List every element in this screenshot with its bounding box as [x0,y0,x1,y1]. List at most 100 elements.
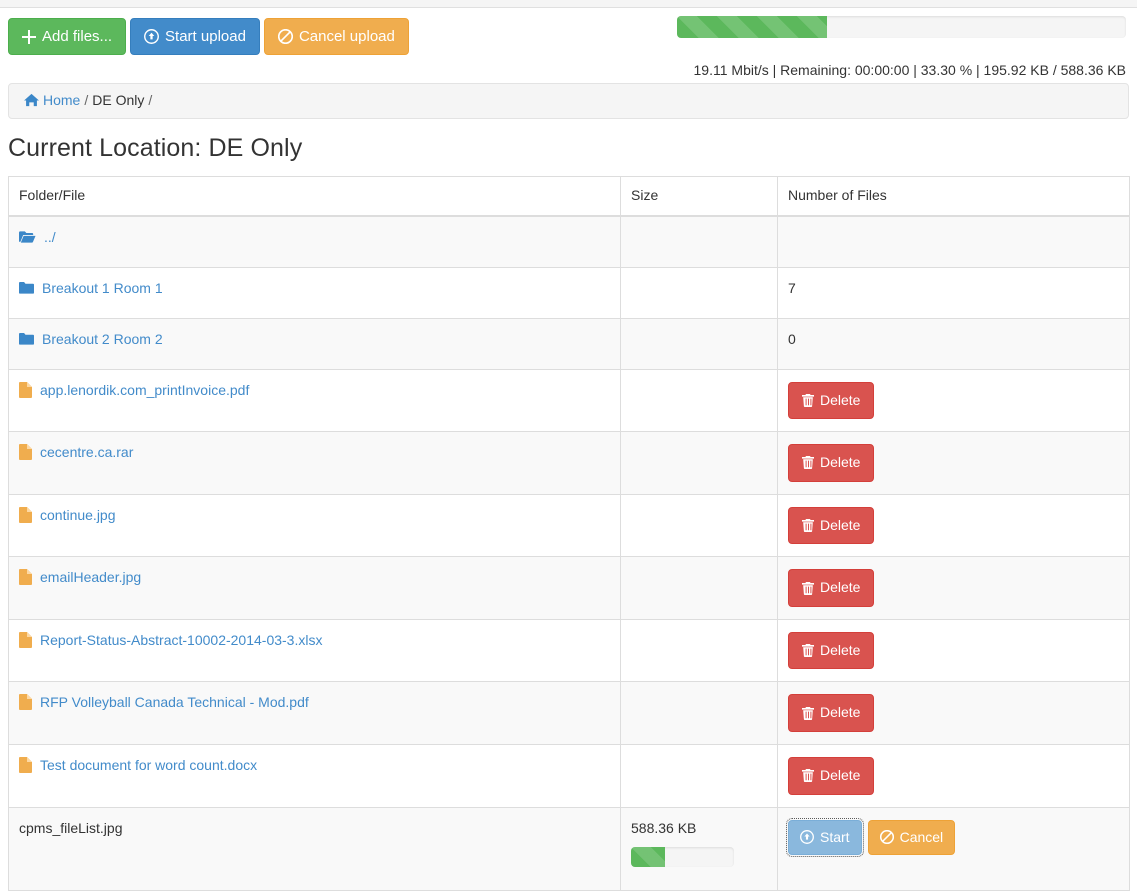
file-table-container: Folder/File Size Number of Files ../ Brea… [8,176,1130,891]
cell-number-of-files [777,215,1130,268]
cell-pending-file-size: 588.36 KB [620,806,778,891]
delete-button[interactable]: Delete [788,694,875,733]
file-name-link[interactable]: Test document for word count.docx [40,757,257,773]
cancel-upload-label: Cancel upload [298,28,395,45]
pending-file-progress-track [631,846,734,867]
file-name-link[interactable]: Breakout 1 Room 1 [42,280,163,296]
file-icon [19,444,32,461]
file-name-link[interactable]: RFP Volleyball Canada Technical - Mod.pd… [40,694,309,710]
cell-folder-file: continue.jpg [8,493,621,558]
global-upload-progress: 19.11 Mbit/s | Remaining: 00:00:00 | 33.… [677,16,1126,78]
breadcrumb-home-link[interactable]: Home [43,92,80,108]
cell-size [620,431,778,495]
file-name-link[interactable]: ../ [44,229,56,245]
file-entry: app.lenordik.com_printInvoice.pdf [19,381,249,398]
progress-track [677,16,1126,38]
file-name-link[interactable]: app.lenordik.com_printInvoice.pdf [40,382,249,398]
folder-open-icon [19,230,36,244]
ban-icon [277,29,293,44]
file-icon [19,694,32,711]
upload-stats-text: 19.11 Mbit/s | Remaining: 00:00:00 | 33.… [693,62,1126,78]
trash-icon [802,644,814,658]
file-icon [19,506,32,523]
cell-folder-file: RFP Volleyball Canada Technical - Mod.pd… [8,681,621,746]
file-name-link[interactable]: Breakout 2 Room 2 [42,331,163,347]
plus-icon [22,29,36,44]
column-header-name: Folder/File [8,176,621,217]
file-name-link[interactable]: Report-Status-Abstract-10002-2014-03-3.x… [40,632,322,648]
table-header-row: Folder/File Size Number of Files [8,176,1130,217]
cell-size [620,266,778,319]
file-name-link[interactable]: emailHeader.jpg [40,569,141,585]
table-row: continue.jpg Delete [8,493,1130,558]
cell-number-of-files: Delete [777,744,1130,808]
table-row: Breakout 1 Room 1 7 [8,266,1130,319]
table-row: Breakout 2 Room 2 0 [8,317,1130,370]
start-upload-label: Start upload [165,28,246,45]
pending-file-progress-fill [631,846,666,867]
delete-button-label: Delete [820,704,861,721]
pending-upload-row: cpms_fileList.jpg 588.36 KB Start Cancel [8,806,1130,891]
cell-size [620,493,778,558]
delete-button[interactable]: Delete [788,631,875,670]
delete-button[interactable]: Delete [788,381,875,420]
cancel-file-button[interactable]: Cancel [867,819,956,856]
trash-icon [802,706,814,720]
top-cutoff-bar [0,0,1137,8]
cancel-upload-button[interactable]: Cancel upload [263,18,409,55]
file-name-link[interactable]: cecentre.ca.rar [40,444,133,460]
breadcrumb-separator-2: / [148,92,153,108]
home-icon [24,93,39,110]
file-entry: cecentre.ca.rar [19,444,133,461]
breadcrumb: Home / DE Only / [8,83,1129,119]
cell-number-of-files: Delete [777,431,1130,495]
cell-number-of-files: 0 [777,317,1130,370]
start-file-button[interactable]: Start [786,817,864,858]
folder-icon [19,332,34,346]
cell-folder-file: Test document for word count.docx [8,744,621,808]
delete-button[interactable]: Delete [788,569,875,607]
trash-icon [802,581,814,595]
cell-number-of-files: Delete [777,681,1130,746]
cell-size [620,317,778,370]
cell-folder-file: emailHeader.jpg [8,556,621,620]
file-entry: continue.jpg [19,506,116,523]
file-icon [19,569,32,586]
file-entry: ../ [19,229,56,245]
ban-icon [879,830,894,845]
progress-bar-fill [677,16,827,38]
delete-button[interactable]: Delete [788,506,875,545]
file-name-link[interactable]: continue.jpg [40,507,116,523]
delete-button[interactable]: Delete [788,444,875,482]
cell-number-of-files: 7 [777,266,1130,319]
delete-button-label: Delete [820,579,861,596]
page-root: Add files... Start upload Cancel upload [0,0,1137,891]
file-table-body: ../Breakout 1 Room 1 7 Breakout 2 Room 20a… [8,215,1130,891]
cell-folder-file: Breakout 2 Room 2 [8,317,621,370]
column-header-size: Size [620,176,778,217]
table-row: ../ [8,215,1130,268]
pending-file-size-text: 588.36 KB [631,819,697,836]
file-entry: Breakout 2 Room 2 [19,331,163,347]
page-title: Current Location: DE Only [8,134,303,162]
trash-icon [802,769,814,783]
start-upload-button[interactable]: Start upload [130,18,260,55]
upload-toolbar: Add files... Start upload Cancel upload [8,18,409,55]
add-files-label: Add files... [42,28,113,45]
cell-folder-file: Report-Status-Abstract-10002-2014-03-3.x… [8,618,621,683]
delete-button-label: Delete [820,454,861,471]
cell-folder-file: app.lenordik.com_printInvoice.pdf [8,368,621,433]
cell-folder-file: ../ [8,215,621,268]
table-row: app.lenordik.com_printInvoice.pdf Delete [8,368,1130,433]
cell-folder-file: Breakout 1 Room 1 [8,266,621,319]
delete-button[interactable]: Delete [788,757,875,795]
cell-size [620,744,778,808]
file-table: Folder/File Size Number of Files ../ Brea… [8,176,1130,891]
folder-icon [19,281,34,295]
column-header-count: Number of Files [777,176,1130,217]
file-entry: RFP Volleyball Canada Technical - Mod.pd… [19,694,309,711]
add-files-button[interactable]: Add files... [8,18,127,55]
breadcrumb-current: DE Only [92,92,145,108]
cell-number-of-files: Delete [777,493,1130,558]
file-entry: emailHeader.jpg [19,569,141,586]
